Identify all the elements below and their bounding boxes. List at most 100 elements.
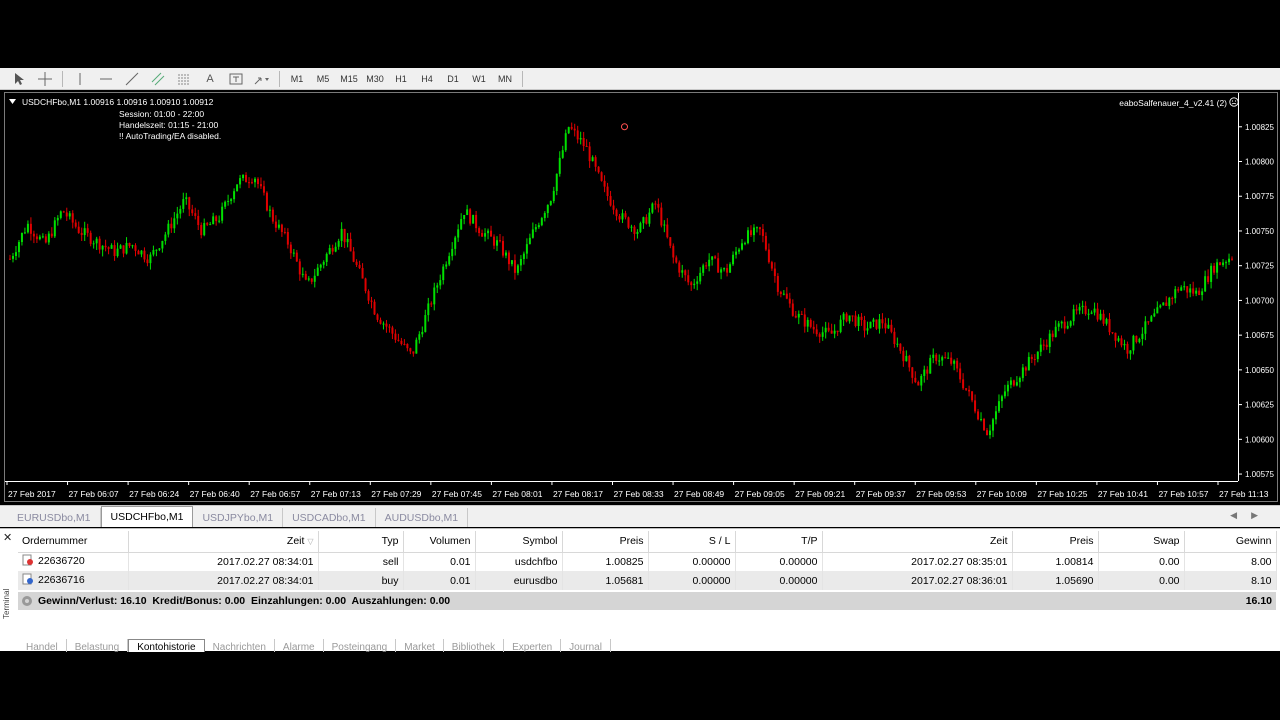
candle-body xyxy=(944,357,947,359)
chart-menu-icon[interactable] xyxy=(9,97,16,107)
candle-body xyxy=(1000,396,1003,402)
tab-scroll-arrows[interactable]: ◀▶ xyxy=(1230,510,1272,521)
fibonacci-icon[interactable] xyxy=(171,69,197,89)
column-header-time[interactable]: Zeit ▽ xyxy=(128,531,319,553)
candle-body xyxy=(525,244,528,254)
column-header-swap[interactable]: Swap xyxy=(1098,531,1185,553)
candle-body xyxy=(546,204,549,214)
candle-body xyxy=(104,245,107,248)
tab-handel[interactable]: Handel xyxy=(18,639,67,652)
candle-body xyxy=(854,315,857,327)
close-time-cell: 2017.02.27 08:35:01 xyxy=(822,552,1013,571)
candlestick-chart[interactable]: 1.00825 1.00800 1.00775 1.00750 1.00725 1.007… xyxy=(5,93,1277,501)
candle-body xyxy=(833,330,836,334)
horizontal-line-icon[interactable] xyxy=(93,69,119,89)
candle-body xyxy=(11,256,14,259)
column-header-close-price[interactable]: Preis xyxy=(1012,531,1099,553)
tab-scroll-right-icon[interactable]: ▶ xyxy=(1251,510,1272,520)
candle-body xyxy=(463,215,466,220)
candle-body xyxy=(194,213,197,216)
column-header-symbol[interactable]: Symbol xyxy=(475,531,563,553)
candle-body xyxy=(549,201,552,205)
candle-body xyxy=(534,227,537,230)
candle-body xyxy=(397,339,400,341)
timeframe-m15[interactable]: M15 xyxy=(336,69,362,89)
tab-scroll-left-icon[interactable]: ◀ xyxy=(1230,510,1251,520)
candle-body xyxy=(1135,335,1138,343)
candle-body xyxy=(1114,332,1117,341)
candle-body xyxy=(800,313,803,315)
ea-smiley-icon[interactable] xyxy=(1229,97,1239,109)
candle-body xyxy=(1024,367,1027,371)
toolbar-separator xyxy=(522,70,523,87)
candle-body xyxy=(322,261,325,265)
tab-kontohistorie[interactable]: Kontohistorie xyxy=(128,639,205,652)
tab-bibliothek[interactable]: Bibliothek xyxy=(444,639,505,652)
history-summary-row: Gewinn/Verlust: 16.10 Kredit/Bonus: 0.00… xyxy=(18,592,1276,610)
column-header-volume[interactable]: Volumen xyxy=(403,531,476,553)
candle-body xyxy=(277,224,280,228)
timeframe-m1[interactable]: M1 xyxy=(284,69,310,89)
tab-usdjpybo[interactable]: USDJPYbo,M1 xyxy=(193,508,284,527)
candle-body xyxy=(809,319,812,327)
trendline-icon[interactable] xyxy=(119,69,145,89)
tab-belastung[interactable]: Belastung xyxy=(67,639,129,652)
column-header-profit[interactable]: Gewinn xyxy=(1184,531,1277,553)
channel-icon[interactable] xyxy=(145,69,171,89)
tab-nachrichten[interactable]: Nachrichten xyxy=(205,639,275,652)
table-row[interactable]: 22636716 2017.02.27 08:34:01 buy 0.01 eu… xyxy=(18,571,1277,590)
tab-posteingang[interactable]: Posteingang xyxy=(324,639,397,652)
chart-window[interactable]: 1.00825 1.00800 1.00775 1.00750 1.00725 1.007… xyxy=(4,92,1278,502)
timeframe-h4[interactable]: H4 xyxy=(414,69,440,89)
timeframe-m5[interactable]: M5 xyxy=(310,69,336,89)
tab-market[interactable]: Market xyxy=(396,639,444,652)
column-header-close-time[interactable]: Zeit xyxy=(822,531,1013,553)
table-row[interactable]: 22636720 2017.02.27 08:34:01 sell 0.01 u… xyxy=(18,552,1277,571)
vertical-line-icon[interactable] xyxy=(67,69,93,89)
candle-body xyxy=(352,251,355,262)
tab-audusdbo[interactable]: AUDUSDbo,M1 xyxy=(376,508,469,527)
candle-body xyxy=(860,316,863,321)
candle-body xyxy=(1090,312,1093,314)
column-header-tp[interactable]: T/P xyxy=(735,531,823,553)
candle-body xyxy=(280,224,283,232)
price-tick-label: 1.00650 xyxy=(1245,366,1274,375)
candle-body xyxy=(603,180,606,187)
tab-usdcadbo[interactable]: USDCADbo,M1 xyxy=(283,508,376,527)
timeframe-h1[interactable]: H1 xyxy=(388,69,414,89)
candle-body xyxy=(313,275,316,282)
timeframe-w1[interactable]: W1 xyxy=(466,69,492,89)
candle-body xyxy=(182,199,185,209)
timeframe-m30[interactable]: M30 xyxy=(362,69,388,89)
arrows-dropdown-icon[interactable] xyxy=(249,69,275,89)
tab-usdchfbo[interactable]: USDCHFbo,M1 xyxy=(100,506,194,527)
tab-alarme[interactable]: Alarme xyxy=(275,639,324,652)
close-icon[interactable]: ✕ xyxy=(3,531,12,544)
candle-body xyxy=(1063,321,1066,329)
column-header-order[interactable]: Ordernummer xyxy=(18,531,129,553)
time-tick-label: 27 Feb 10:57 xyxy=(1158,489,1208,499)
text-label-icon[interactable] xyxy=(223,69,249,89)
cursor-icon[interactable] xyxy=(6,69,32,89)
column-header-type[interactable]: Typ xyxy=(318,531,404,553)
timeframe-mn[interactable]: MN xyxy=(492,69,518,89)
price-cell: 1.00825 xyxy=(562,552,649,571)
tab-experten[interactable]: Experten xyxy=(504,639,562,652)
text-icon[interactable]: A xyxy=(197,69,223,89)
candle-body xyxy=(684,270,687,276)
candle-body xyxy=(1141,333,1144,339)
column-header-price[interactable]: Preis xyxy=(562,531,649,553)
tab-eurusdbo[interactable]: EURUSDbo,M1 xyxy=(8,508,101,527)
candle-body xyxy=(469,209,472,224)
candle-body xyxy=(304,273,307,280)
candle-body xyxy=(349,238,352,252)
candle-body xyxy=(83,228,86,236)
candle-body xyxy=(543,213,546,219)
tab-journal[interactable]: Journal xyxy=(561,639,611,652)
candle-body xyxy=(600,172,603,181)
candle-body xyxy=(412,351,415,354)
timeframe-d1[interactable]: D1 xyxy=(440,69,466,89)
column-header-sl[interactable]: S / L xyxy=(648,531,736,553)
crosshair-icon[interactable] xyxy=(32,69,58,89)
candle-body xyxy=(484,233,487,237)
